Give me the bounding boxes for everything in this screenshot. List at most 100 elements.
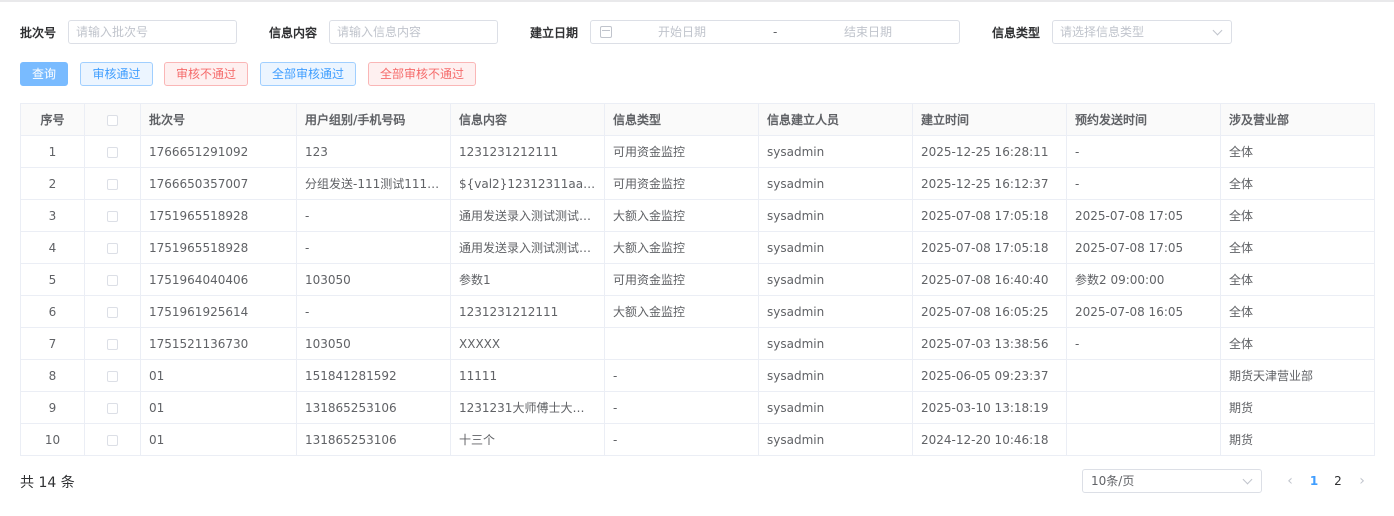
cell-type: - (604, 391, 759, 424)
approve-button[interactable]: 审核通过 (80, 62, 153, 86)
row-checkbox[interactable] (107, 242, 118, 254)
cell-created: 2025-07-08 16:05:25 (912, 295, 1067, 328)
table-row: 10 01 131865253106 十三个 - sysadmin 2024-12-20 1… (20, 423, 1375, 456)
cell-batch: 01 (140, 391, 297, 424)
cell-target: 103050 (296, 263, 451, 296)
content-label: 信息内容 (269, 26, 318, 40)
chevron-down-icon (1212, 25, 1223, 36)
cell-dept: 全体 (1220, 295, 1375, 328)
cell-content: 十三个 (450, 423, 605, 456)
batch-input[interactable]: 请输入批次号 (68, 20, 237, 44)
cell-index: 9 (20, 391, 85, 424)
table-row: 4 1751965518928- 通用发送录入测试测试… 大额入金监控 sysadmin… (20, 231, 1375, 264)
row-checkbox[interactable] (107, 274, 118, 286)
cell-content: 1231231大师傅士大夫… (450, 391, 605, 424)
cell-dept: 全体 (1220, 231, 1375, 264)
cell-creator: sysadmin (758, 199, 913, 232)
cell-target: - (296, 199, 451, 232)
cell-target: - (296, 295, 451, 328)
header-scheduled: 预约发送时间 (1066, 103, 1221, 136)
content-input[interactable]: 请输入信息内容 (329, 20, 498, 44)
date-end-input[interactable]: 结束日期 (844, 21, 892, 43)
cell-batch: 1751965518928 (140, 199, 297, 232)
cell-select (84, 135, 141, 168)
cell-batch: 1751521136730 (140, 327, 297, 360)
date-separator: - (773, 25, 778, 39)
date-label: 建立日期 (530, 26, 579, 40)
row-checkbox[interactable] (107, 146, 118, 158)
cell-select (84, 391, 141, 424)
cell-dept: 期货天津营业部 (1220, 359, 1375, 392)
cell-content: 通用发送录入测试测试… (450, 231, 605, 264)
header-batch: 批次号 (140, 103, 297, 136)
top-divider (0, 0, 1394, 2)
cell-content: 11111 (450, 359, 605, 392)
row-checkbox[interactable] (107, 178, 118, 190)
cell-created: 2025-07-08 17:05:18 (912, 199, 1067, 232)
cell-target: 103050 (296, 327, 451, 360)
cell-scheduled: - (1066, 135, 1221, 168)
table-row: 7 1751521136730 103050 XXXXX sysadmin 2025-07… (20, 327, 1375, 360)
row-checkbox[interactable] (107, 306, 118, 318)
chevron-right-icon[interactable]: › (1354, 469, 1370, 493)
select-all-checkbox[interactable] (107, 114, 118, 126)
cell-batch: 1751964040406 (140, 263, 297, 296)
cell-created: 2025-03-10 13:18:19 (912, 391, 1067, 424)
cell-index: 4 (20, 231, 85, 264)
cell-creator: sysadmin (758, 391, 913, 424)
date-range-picker[interactable]: 开始日期 - 结束日期 (590, 20, 960, 44)
header-creator: 信息建立人员 (758, 103, 913, 136)
cell-target: 123 (296, 135, 451, 168)
cell-index: 10 (20, 423, 85, 456)
cell-index: 8 (20, 359, 85, 392)
batch-label: 批次号 (20, 26, 57, 40)
row-checkbox[interactable] (107, 210, 118, 222)
table-row: 3 1751965518928- 通用发送录入测试测试… 大额入金监控 sysadmin… (20, 199, 1375, 232)
page-1-button[interactable]: 1 (1306, 469, 1322, 493)
cell-type (604, 327, 759, 360)
header-type: 信息类型 (604, 103, 759, 136)
cell-select (84, 359, 141, 392)
cell-created: 2025-06-05 09:23:37 (912, 359, 1067, 392)
date-start-input[interactable]: 开始日期 (658, 21, 706, 43)
cell-index: 5 (20, 263, 85, 296)
cell-index: 7 (20, 327, 85, 360)
page-size-select[interactable]: 10条/页 (1082, 469, 1262, 493)
filter-bar: 批次号 请输入批次号 信息内容 请输入信息内容 建立日期 开始日期 - 结束日期… (20, 20, 1374, 44)
cell-target: 131865253106 (296, 391, 451, 424)
cell-creator: sysadmin (758, 135, 913, 168)
cell-created: 2025-12-25 16:28:11 (912, 135, 1067, 168)
cell-select (84, 295, 141, 328)
cell-batch: 1766651291092 (140, 135, 297, 168)
cell-creator: sysadmin (758, 423, 913, 456)
cell-batch: 01 (140, 423, 297, 456)
approve-all-button[interactable]: 全部审核通过 (260, 62, 356, 86)
cell-scheduled (1066, 423, 1221, 456)
row-checkbox[interactable] (107, 338, 118, 350)
cell-index: 2 (20, 167, 85, 200)
page-2-button[interactable]: 2 (1330, 469, 1346, 493)
row-checkbox[interactable] (107, 370, 118, 382)
cell-content: XXXXX (450, 327, 605, 360)
row-checkbox[interactable] (107, 402, 118, 414)
cell-type: 可用资金监控 (604, 135, 759, 168)
cell-type: 可用资金监控 (604, 167, 759, 200)
chevron-left-icon[interactable]: ‹ (1282, 469, 1298, 493)
reject-all-button[interactable]: 全部审核不通过 (368, 62, 476, 86)
cell-creator: sysadmin (758, 263, 913, 296)
table-row: 1 1766651291092 123 1231231212111 可用资金监控 sysa… (20, 135, 1375, 168)
cell-batch: 1766650357007 (140, 167, 297, 200)
type-select-placeholder: 请选择信息类型 (1060, 25, 1145, 39)
type-select[interactable]: 请选择信息类型 (1052, 20, 1232, 44)
table-row: 2 1766650357007 分组发送-111测试111… ${val2}12312… (20, 167, 1375, 200)
cell-index: 3 (20, 199, 85, 232)
query-button[interactable]: 查询 (20, 62, 68, 86)
cell-batch: 01 (140, 359, 297, 392)
header-content: 信息内容 (450, 103, 605, 136)
reject-button[interactable]: 审核不通过 (164, 62, 248, 86)
cell-target: 分组发送-111测试111… (296, 167, 451, 200)
cell-type: 大额入金监控 (604, 295, 759, 328)
table-row: 5 1751964040406 103050 参数1 可用资金监控 sysadmin 202… (20, 263, 1375, 296)
row-checkbox[interactable] (107, 434, 118, 446)
chevron-down-icon (1242, 474, 1253, 485)
